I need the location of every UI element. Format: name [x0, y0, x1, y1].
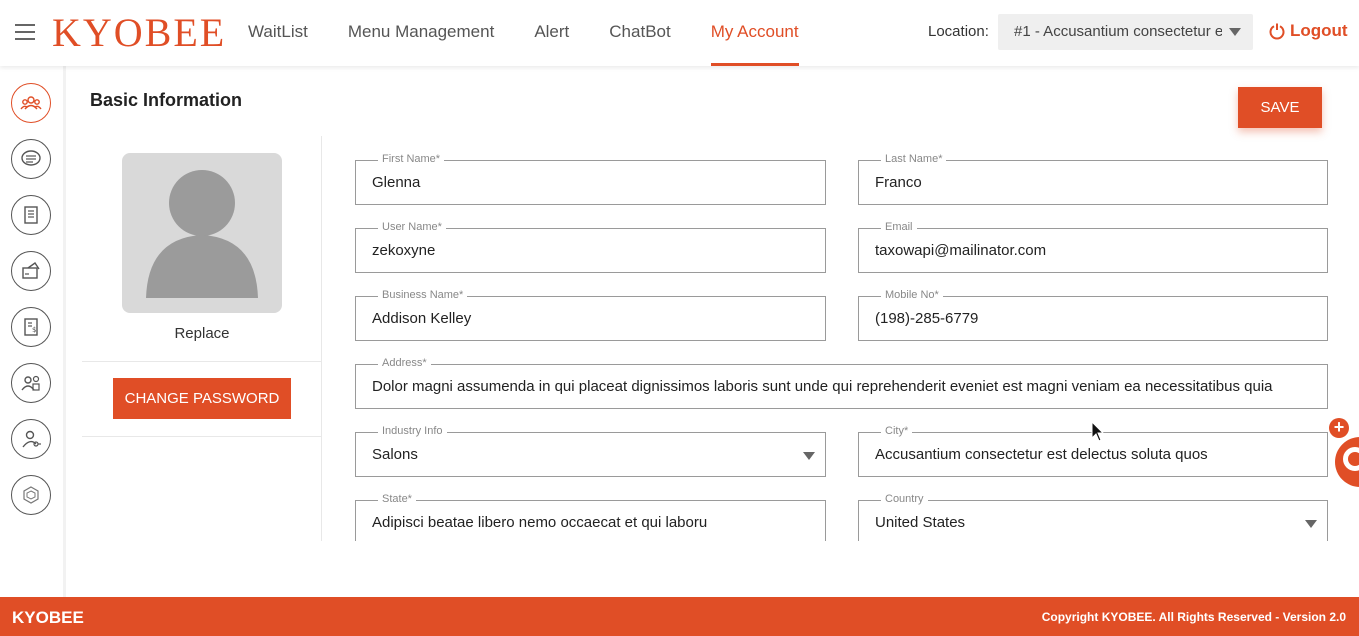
chevron-down-icon [803, 452, 815, 460]
replace-photo-link[interactable]: Replace [82, 325, 322, 342]
first-name-value: Glenna [372, 174, 421, 191]
hamburger-menu-icon[interactable] [15, 24, 35, 40]
first-name-field[interactable]: First Name* Glenna [355, 153, 826, 205]
mobile-no-value: (198)-285-6779 [875, 310, 979, 327]
user-name-field[interactable]: User Name* zekoxyne [355, 221, 826, 273]
left-sidebar: $ [0, 66, 66, 597]
footer-copyright: Copyright KYOBEE. All Rights Reserved - … [1041, 610, 1346, 624]
power-icon [1269, 23, 1285, 40]
email-field[interactable]: Email taxowapi@mailinator.com [858, 221, 1328, 273]
industry-info-select[interactable]: Industry Info Salons [355, 425, 826, 477]
address-value: Dolor magni assumenda in qui placeat dig… [372, 378, 1273, 395]
last-name-label: Last Name* [881, 153, 947, 165]
user-silhouette-icon [146, 170, 258, 298]
divider [82, 436, 322, 437]
nav-chatbot[interactable]: ChatBot [589, 0, 690, 66]
business-name-field[interactable]: Business Name* Addison Kelley [355, 289, 826, 341]
address-field[interactable]: Address* Dolor magni assumenda in qui pl… [355, 357, 1328, 409]
state-value: Adipisci beatae libero nemo occaecat et … [372, 514, 708, 531]
mobile-no-field[interactable]: Mobile No* (198)-285-6779 [858, 289, 1328, 341]
logout-label: Logout [1290, 21, 1348, 40]
chat-icon[interactable] [11, 139, 51, 179]
country-select[interactable]: Country United States [858, 493, 1328, 541]
email-label: Email [881, 221, 917, 233]
change-password-button[interactable]: CHANGE PASSWORD [113, 378, 291, 419]
address-label: Address* [378, 357, 431, 369]
main-nav: WaitList Menu Management Alert ChatBot M… [228, 0, 819, 66]
divider [82, 361, 322, 362]
business-name-label: Business Name* [378, 289, 468, 301]
basic-info-form: First Name* Glenna Last Name* Franco Use… [323, 136, 1359, 541]
team-settings-icon[interactable] [11, 363, 51, 403]
user-name-value: zekoxyne [372, 242, 436, 259]
top-header: KYOBEE WaitList Menu Management Alert Ch… [0, 0, 1359, 66]
footer-brand: KYOBEE [12, 608, 84, 627]
location-select[interactable]: #1 - Accusantium consectetur e [998, 14, 1253, 50]
profile-panel: Replace CHANGE PASSWORD [82, 136, 322, 541]
mobile-no-label: Mobile No* [881, 289, 943, 301]
brand-logo[interactable]: KYOBEE [52, 9, 226, 56]
payment-card-icon[interactable] [11, 251, 51, 291]
last-name-value: Franco [875, 174, 922, 191]
user-name-label: User Name* [378, 221, 446, 233]
logout-button[interactable]: Logout [1268, 21, 1348, 41]
footer: KYOBEE Copyright KYOBEE. All Rights Rese… [0, 597, 1359, 636]
state-label: State* [378, 493, 416, 505]
svg-text:$: $ [32, 326, 36, 334]
location-label: Location: [928, 23, 989, 40]
menu-document-icon[interactable] [11, 195, 51, 235]
chevron-down-icon [1229, 28, 1241, 36]
nav-menu-management[interactable]: Menu Management [328, 0, 514, 66]
state-field[interactable]: State* Adipisci beatae libero nemo occae… [355, 493, 826, 541]
nav-my-account[interactable]: My Account [691, 0, 819, 66]
last-name-field[interactable]: Last Name* Franco [858, 153, 1328, 205]
first-name-label: First Name* [378, 153, 445, 165]
avatar-placeholder[interactable] [122, 153, 282, 313]
city-value: Accusantium consectetur est delectus sol… [875, 446, 1208, 463]
country-value: United States [875, 514, 966, 531]
country-label: Country [881, 493, 928, 505]
users-group-icon[interactable] [11, 83, 51, 123]
nav-waitlist[interactable]: WaitList [228, 0, 328, 66]
location-value: #1 - Accusantium consectetur e [1014, 23, 1222, 40]
industry-info-value: Salons [372, 446, 418, 463]
hexagon-icon[interactable] [11, 475, 51, 515]
business-name-value: Addison Kelley [372, 310, 472, 327]
email-value: taxowapi@mailinator.com [875, 242, 1047, 259]
add-widget-icon[interactable]: + [1329, 418, 1349, 438]
invoice-icon[interactable]: $ [11, 307, 51, 347]
chevron-down-icon [1305, 520, 1317, 528]
nav-alert[interactable]: Alert [514, 0, 589, 66]
save-button[interactable]: SAVE [1238, 87, 1322, 128]
user-key-icon[interactable] [11, 419, 51, 459]
city-label: City* [881, 425, 913, 437]
page-title: Basic Information [90, 90, 243, 110]
mouse-cursor-icon [1091, 421, 1105, 442]
industry-info-label: Industry Info [378, 425, 447, 437]
